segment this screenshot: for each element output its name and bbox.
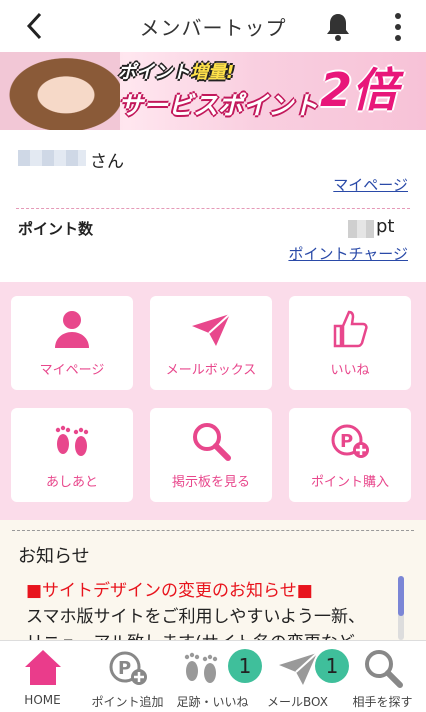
tab-label: HOME bbox=[24, 693, 61, 707]
promo-banner[interactable]: ポイント増量! サービスポイント 2倍 bbox=[0, 52, 426, 130]
user-summary: さん マイページ ポイント数 pt ポイントチャージ bbox=[0, 130, 426, 282]
banner-model-photo bbox=[0, 52, 120, 130]
page-title: メンバートップ bbox=[139, 15, 287, 40]
points-value-blurred bbox=[348, 220, 374, 238]
divider bbox=[16, 208, 410, 209]
person-icon bbox=[55, 311, 89, 348]
news-scrollbar-thumb[interactable] bbox=[398, 576, 404, 616]
tab-label: ポイント追加 bbox=[91, 695, 164, 709]
tile-board[interactable]: 掲示板を見る bbox=[150, 408, 272, 502]
app-header: メンバートップ bbox=[0, 0, 426, 52]
tile-mailbox[interactable]: メールボックス bbox=[150, 296, 272, 390]
menu-grid: マイページ メールボックス いいね あしあと 掲示板を見る P ポイント購入 bbox=[0, 282, 426, 520]
paper-plane-icon bbox=[192, 313, 231, 346]
bell-icon[interactable] bbox=[322, 11, 354, 43]
tab-label: メールBOX bbox=[267, 695, 328, 709]
magnifier-icon bbox=[365, 650, 403, 688]
tile-label: マイページ bbox=[39, 363, 105, 378]
banner-line1: ポイント増量! bbox=[118, 62, 235, 83]
tab-search[interactable]: 相手を探す bbox=[340, 641, 425, 712]
more-menu-icon[interactable] bbox=[386, 11, 410, 43]
tile-mypage[interactable]: マイページ bbox=[11, 296, 133, 390]
thumbs-up-icon bbox=[333, 310, 368, 348]
back-arrow-icon[interactable] bbox=[20, 10, 52, 42]
news-item-body: スマホ版サイトをご利用しやすいよう一新、 bbox=[26, 607, 365, 627]
username-suffix: さん bbox=[90, 152, 124, 172]
tile-label: 掲示板を見る bbox=[171, 475, 250, 490]
tab-label: 足跡・いいね bbox=[176, 695, 249, 709]
tab-add-points[interactable]: P ポイント追加 bbox=[85, 641, 170, 712]
banner-multiplier: 2倍 bbox=[320, 63, 399, 117]
magnifier-icon bbox=[193, 423, 231, 461]
news-heading: お知らせ bbox=[18, 546, 90, 567]
home-icon bbox=[25, 650, 61, 685]
tile-label: あしあと bbox=[45, 475, 98, 490]
tab-mailbox[interactable]: 1 メールBOX bbox=[255, 641, 349, 712]
svg-text:P: P bbox=[340, 431, 353, 452]
username-blurred bbox=[18, 150, 86, 166]
tile-likes[interactable]: いいね bbox=[289, 296, 411, 390]
points-unit: pt bbox=[376, 216, 395, 237]
divider bbox=[12, 530, 414, 531]
news-item-title[interactable]: ■サイトデザインの変更のお知らせ■ bbox=[26, 576, 313, 601]
footprints-icon bbox=[55, 425, 89, 456]
footprints-icon bbox=[184, 652, 218, 683]
tile-label: ポイント購入 bbox=[310, 475, 389, 490]
points-label: ポイント数 bbox=[18, 220, 94, 238]
tab-footprints-likes[interactable]: 1 足跡・いいね bbox=[170, 641, 262, 712]
point-plus-icon: P bbox=[331, 424, 369, 458]
svg-text:P: P bbox=[118, 658, 131, 679]
point-charge-link[interactable]: ポイントチャージ bbox=[288, 243, 408, 264]
mypage-link[interactable]: マイページ bbox=[333, 174, 408, 195]
tile-label: いいね bbox=[330, 363, 370, 378]
tile-label: メールボックス bbox=[165, 363, 257, 378]
bottom-tab-bar: HOME P ポイント追加 1 足跡・いいね 1 メールBOX 相手を探す bbox=[0, 640, 426, 712]
point-plus-icon: P bbox=[109, 651, 147, 685]
tile-buy-points[interactable]: P ポイント購入 bbox=[289, 408, 411, 502]
news-section: お知らせ ■サイトデザインの変更のお知らせ■ スマホ版サイトをご利用しやすいよう… bbox=[0, 520, 426, 653]
tab-home[interactable]: HOME bbox=[0, 641, 85, 712]
tab-label: 相手を探す bbox=[352, 695, 413, 709]
paper-plane-icon bbox=[279, 652, 318, 685]
tile-footprints[interactable]: あしあと bbox=[11, 408, 133, 502]
news-scrollbar[interactable] bbox=[398, 576, 404, 640]
banner-line2: サービスポイント bbox=[118, 91, 319, 120]
